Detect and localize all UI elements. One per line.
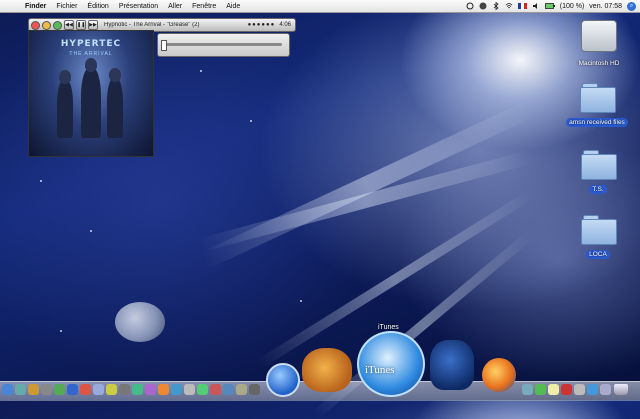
play-pause-button[interactable]: ❚❚ (76, 20, 86, 30)
dock-app-icon[interactable] (119, 384, 130, 395)
finder-dock-icon[interactable] (2, 384, 13, 395)
artwork-album-title: THE ARRIVAL (69, 51, 113, 57)
clock[interactable]: ven. 07:58 (589, 3, 622, 10)
dock-app-icon[interactable] (210, 384, 221, 395)
adium-dock-icon[interactable] (430, 340, 474, 390)
folder-icon (580, 83, 616, 113)
menu-fenetre[interactable]: Fenêtre (187, 3, 221, 10)
dock-app-icon[interactable] (41, 384, 52, 395)
french-flag-icon[interactable] (517, 3, 527, 9)
alien-figure (57, 70, 73, 138)
star (40, 180, 42, 182)
wifi-icon[interactable] (505, 2, 513, 10)
sync-icon[interactable] (466, 2, 474, 10)
dock-app-icon[interactable] (236, 384, 247, 395)
spotlight-icon[interactable]: ⌕ (627, 1, 636, 11)
menu-aide[interactable]: Aide (221, 3, 245, 10)
dock-app-icon[interactable] (145, 384, 156, 395)
star (200, 70, 202, 72)
album-artwork: HYPERTEC THE ARRIVAL (28, 30, 154, 157)
desktop-icon-ts[interactable]: T.S. (562, 150, 634, 196)
menu-presentation[interactable]: Présentation (114, 3, 163, 10)
desktop-icon-label: T.S. (589, 185, 607, 194)
alien-figure (107, 68, 123, 138)
dock-app-icon[interactable] (80, 384, 91, 395)
dock-tooltip: iTunes (378, 324, 399, 331)
itunes-dock-label: iTunes (365, 364, 395, 376)
desktop-icon-macintosh-hd[interactable]: Macintosh HD (563, 20, 635, 70)
time-machine-icon[interactable] (479, 2, 487, 10)
slider-knob[interactable] (161, 40, 167, 51)
progress-indicator-icon: ●●●●●● (247, 22, 276, 28)
alien-figure (81, 58, 101, 138)
star (60, 330, 62, 332)
dock-app-icon[interactable] (548, 384, 559, 395)
star (250, 120, 252, 122)
desktop-icon-loca[interactable]: LOCA (562, 215, 634, 261)
folder-icon (581, 150, 617, 180)
menu-fichier[interactable]: Fichier (51, 3, 82, 10)
menu-finder[interactable]: Finder (20, 3, 51, 10)
dock-app-icon[interactable] (54, 384, 65, 395)
dock-app-icon[interactable] (67, 384, 78, 395)
dock-app-icon[interactable] (184, 384, 195, 395)
dock-app-icon[interactable] (15, 384, 26, 395)
menu-extras: (100 %) ven. 07:58 ⌕ (466, 1, 640, 11)
dock-app-icon[interactable] (535, 384, 546, 395)
now-playing-title: Hypnotic - The Arrival - "Grease" (2) (104, 22, 200, 28)
menu-aller[interactable]: Aller (163, 3, 187, 10)
dock-app-icon[interactable] (223, 384, 234, 395)
dock-app-icon[interactable] (574, 384, 585, 395)
artwork-band-name: HYPERTEC (60, 39, 122, 49)
star (90, 230, 92, 232)
wallpaper-beam (199, 150, 532, 252)
folder-icon (581, 215, 617, 245)
dock-app-icon[interactable] (93, 384, 104, 395)
previous-track-button[interactable]: ◀◀ (64, 20, 74, 30)
dock-app-icon[interactable] (158, 384, 169, 395)
trash-dock-icon[interactable] (614, 384, 628, 395)
moon (115, 302, 165, 342)
volume-slider-window (157, 33, 290, 57)
next-track-button[interactable]: ▶▶ (88, 20, 98, 30)
dock-app-icon[interactable] (522, 384, 533, 395)
dock-app-icon[interactable] (249, 384, 260, 395)
desktop-icon-label: amsn received files (566, 118, 628, 127)
slider-track[interactable] (164, 43, 282, 46)
bluetooth-icon[interactable] (492, 2, 500, 10)
menu-bar: Finder Fichier Édition Présentation Alle… (0, 0, 640, 13)
battery-percent: (100 %) (559, 2, 585, 10)
desktop-icon-amsn-received-files[interactable]: amsn received files (561, 83, 633, 129)
close-window-button[interactable] (31, 20, 40, 30)
desktop-icon-label: LOCA (586, 250, 610, 259)
dock-app-icon[interactable] (171, 384, 182, 395)
zoom-window-button[interactable] (53, 20, 62, 30)
wallpaper-beam (199, 100, 534, 270)
star (300, 300, 302, 302)
battery-icon[interactable] (544, 3, 555, 9)
dock-app-icon[interactable] (561, 384, 572, 395)
dock-app-icon[interactable] (28, 384, 39, 395)
volume-icon[interactable] (532, 2, 540, 10)
dock-app-icon[interactable] (197, 384, 208, 395)
track-time: 4:06 (279, 22, 291, 28)
minimize-window-button[interactable] (42, 20, 51, 30)
desktop-icon-label: Macintosh HD (578, 60, 620, 67)
garageband-dock-icon[interactable] (302, 348, 352, 392)
quicktime-dock-icon[interactable] (266, 363, 300, 397)
dock-app-icon[interactable] (132, 384, 143, 395)
dock-app-icon[interactable] (587, 384, 598, 395)
firefox-dock-icon[interactable] (482, 358, 516, 392)
dock-app-icon[interactable] (600, 384, 611, 395)
menu-edition[interactable]: Édition (82, 3, 113, 10)
dock-app-icon[interactable] (106, 384, 117, 395)
hard-drive-icon (581, 20, 617, 52)
